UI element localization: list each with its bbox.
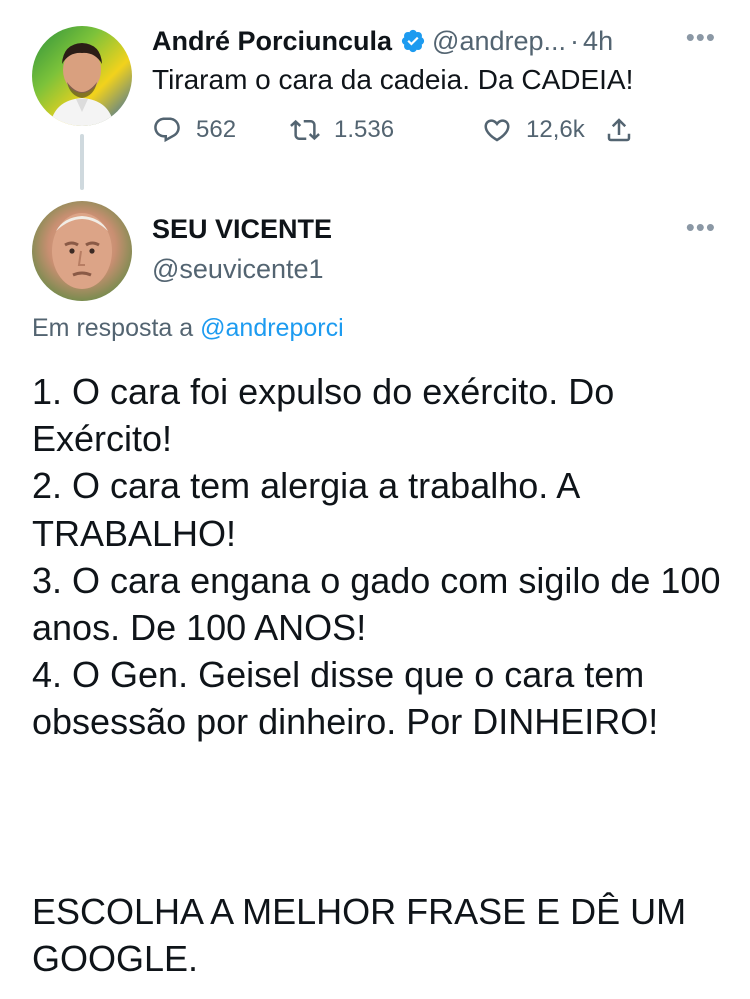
more-icon[interactable]: ••• [686, 212, 716, 243]
parent-author-avatar[interactable] [32, 26, 132, 126]
parent-tweet-time[interactable]: 4h [583, 26, 613, 57]
reply-icon [154, 117, 180, 143]
reply-button[interactable]: 562 [152, 115, 290, 145]
retweet-icon [290, 119, 320, 141]
reply-line: 4. O Gen. Geisel disse que o cara tem ob… [32, 654, 659, 743]
header-separator: · [570, 25, 580, 56]
like-icon [484, 119, 510, 142]
share-button[interactable] [604, 115, 634, 145]
parent-tweet-text: Tiraram o cara da cadeia. Da CADEIA! [152, 64, 634, 95]
reply-line: 1. O cara foi expulso do exército. Do Ex… [32, 371, 615, 460]
thread-connector-line [80, 134, 84, 190]
reply-author-name[interactable]: SEU VICENTE [152, 214, 332, 245]
retweet-button[interactable]: 1.536 [290, 115, 482, 145]
reply-prefix: Em resposta a [32, 314, 194, 342]
reply-closing-text: ESCOLHA A MELHOR FRASE E DÊ UM GOOGLE. [32, 891, 687, 979]
reply-tweet-body: 1. O cara foi expulso do exército. Do Ex… [32, 368, 722, 746]
more-icon[interactable]: ••• [686, 22, 716, 53]
parent-author-name[interactable]: André Porciuncula [152, 26, 392, 57]
reply-context: Em resposta a @andreporci [32, 314, 344, 343]
reply-count: 562 [196, 116, 237, 143]
avatar-portrait [52, 213, 112, 289]
reply-author-avatar[interactable] [32, 201, 132, 301]
retweet-count: 1.536 [334, 116, 395, 143]
reply-line: 2. O cara tem alergia a trabalho. A TRAB… [32, 465, 579, 554]
share-icon [607, 118, 631, 142]
reply-author-handle[interactable]: @seuvicente1 [152, 254, 324, 285]
reply-to-handle-link[interactable]: @andreporci [200, 314, 344, 342]
parent-author-handle[interactable]: @andrep... [432, 26, 566, 57]
verified-badge-icon [401, 29, 425, 53]
like-count: 12,6k [526, 116, 585, 143]
parent-tweet-header: André Porciuncula @andrep... · 4h [152, 24, 613, 58]
reply-line: 3. O cara engana o gado com sigilo de 10… [32, 559, 721, 649]
parent-tweet-actions: 562 1.536 12,6k [152, 112, 634, 148]
avatar-portrait [50, 43, 114, 126]
like-button[interactable]: 12,6k [482, 115, 604, 145]
